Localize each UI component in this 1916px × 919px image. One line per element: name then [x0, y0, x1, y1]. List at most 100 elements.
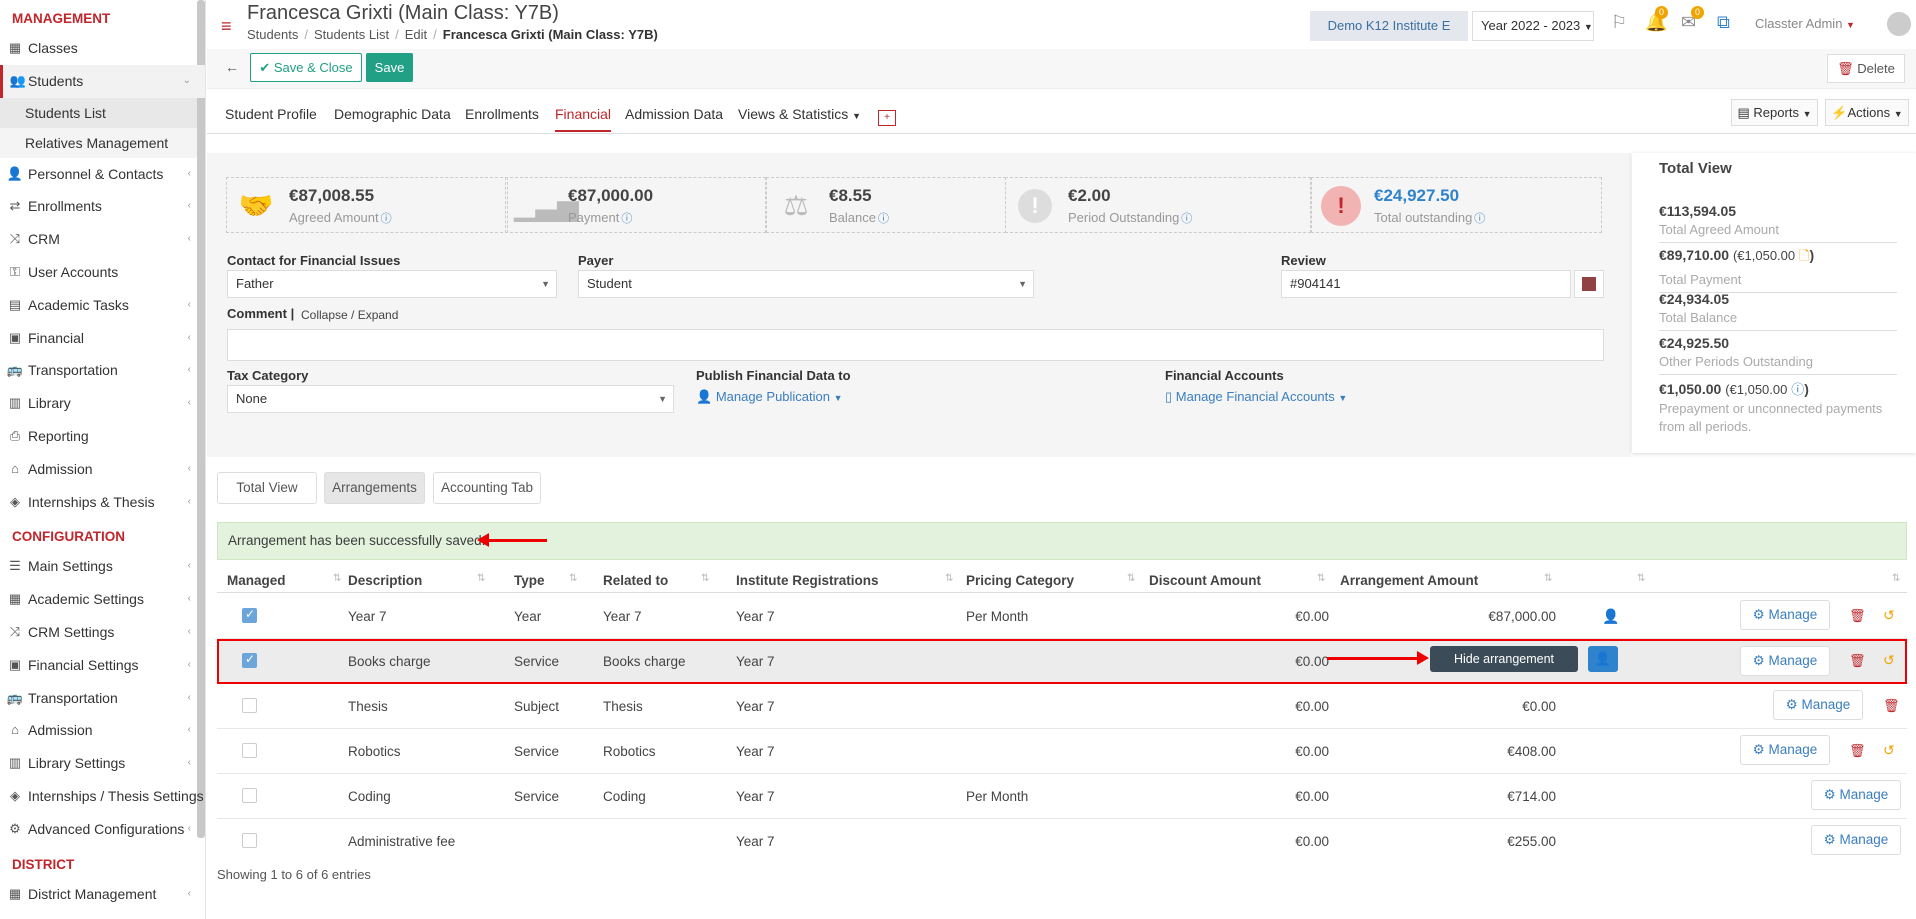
managed-checkbox[interactable]	[242, 743, 257, 758]
col-managed[interactable]: Managed	[227, 573, 286, 588]
history-icon[interactable]: ↺	[1883, 652, 1895, 669]
col-arrangement-amount[interactable]: Arrangement Amount	[1340, 573, 1478, 588]
sidebar-item-personnel[interactable]: 👤 Personnel & Contacts ‹	[0, 158, 205, 191]
sidebar-subitem-students-list[interactable]: Students List	[0, 97, 205, 128]
avatar[interactable]	[1887, 12, 1911, 36]
save-button[interactable]: Save	[366, 53, 413, 82]
user-menu[interactable]: Classter Admin ▼	[1755, 16, 1855, 31]
trash-icon[interactable]: 🗑	[1849, 608, 1866, 624]
col-related-to[interactable]: Related to	[603, 573, 668, 588]
col-type[interactable]: Type	[514, 573, 545, 588]
sidebar-item-classes[interactable]: ▦ Classes	[0, 32, 205, 65]
manage-button[interactable]: ⚙ Manage	[1773, 690, 1863, 720]
tab-enrollments[interactable]: Enrollments	[465, 106, 539, 122]
sort-icon[interactable]: ⇅	[701, 573, 709, 584]
manage-button[interactable]: ⚙ Manage	[1811, 825, 1901, 855]
back-arrow-icon[interactable]: ←	[225, 59, 239, 75]
sidebar-item-advanced-config[interactable]: ⚙ Advanced Configurations ‹	[0, 813, 205, 846]
col-description[interactable]: Description	[348, 573, 422, 588]
tab-student-profile[interactable]: Student Profile	[225, 106, 317, 122]
sidebar-item-admission[interactable]: ⌂ Admission ‹	[0, 453, 205, 486]
breadcrumb-students[interactable]: Students	[247, 27, 298, 42]
sort-icon[interactable]: ⇅	[1544, 573, 1552, 584]
sidebar-item-user-accounts[interactable]: ⚿ User Accounts	[0, 256, 205, 289]
breadcrumb-edit[interactable]: Edit	[405, 27, 427, 42]
breadcrumb-students-list[interactable]: Students List	[314, 27, 389, 42]
file-icon[interactable]: 🗋	[1799, 248, 1809, 263]
sidebar-item-library[interactable]: ▥ Library ‹	[0, 387, 205, 420]
col-discount-amount[interactable]: Discount Amount	[1149, 573, 1261, 588]
sidebar-subitem-relatives[interactable]: Relatives Management	[0, 127, 205, 158]
subtab-total-view[interactable]: Total View	[217, 472, 317, 504]
sort-icon[interactable]: ⇅	[1317, 573, 1325, 584]
review-color-input[interactable]: #904141	[1281, 270, 1571, 298]
history-icon[interactable]: ↺	[1883, 742, 1895, 759]
mail-icon[interactable]: ✉ 0	[1681, 6, 1705, 33]
sidebar-item-financial-settings[interactable]: ▣ Financial Settings ‹	[0, 649, 205, 682]
hide-arrangement-button[interactable]: 👤	[1588, 646, 1618, 672]
info-icon[interactable]: ⓘ	[621, 213, 632, 225]
actions-button[interactable]: ⚡Actions ▼	[1825, 99, 1909, 126]
managed-checkbox[interactable]	[242, 833, 257, 848]
info-icon[interactable]: ⓘ	[1474, 213, 1485, 225]
comment-textarea[interactable]	[227, 329, 1604, 361]
history-icon[interactable]: ↺	[1883, 607, 1895, 624]
delete-button[interactable]: 🗑 Delete	[1827, 54, 1905, 83]
sidebar-item-library-settings[interactable]: ▥ Library Settings ‹	[0, 747, 205, 780]
sidebar-item-reporting[interactable]: ⎙ Reporting	[0, 420, 205, 453]
col-pricing-category[interactable]: Pricing Category	[966, 573, 1074, 588]
sort-icon[interactable]: ⇅	[477, 573, 485, 584]
manage-publication-link[interactable]: 👤 Manage Publication ▼	[696, 389, 843, 405]
sidebar-item-admission-settings[interactable]: ⌂ Admission ‹	[0, 714, 205, 747]
col-institute-registrations[interactable]: Institute Registrations	[736, 573, 879, 588]
info-icon[interactable]: ⓘ	[381, 213, 392, 225]
sidebar-item-financial[interactable]: ▣ Financial ‹	[0, 322, 205, 355]
collapse-expand-link[interactable]: Collapse / Expand	[301, 308, 398, 322]
hamburger-menu-icon[interactable]: ≡	[221, 16, 232, 37]
bell-icon[interactable]: 🔔 0	[1645, 6, 1669, 33]
tab-demographic-data[interactable]: Demographic Data	[334, 106, 451, 122]
managed-checkbox[interactable]	[242, 698, 257, 713]
contact-select[interactable]: Father ▼	[227, 270, 557, 298]
subtab-accounting[interactable]: Accounting Tab	[433, 472, 541, 504]
sidebar-item-district-management[interactable]: ▦ District Management ‹	[0, 878, 205, 911]
sort-icon[interactable]: ⇅	[569, 573, 577, 584]
sidebar-item-crm[interactable]: ⤨ CRM ‹	[0, 223, 205, 256]
subtab-arrangements[interactable]: Arrangements	[324, 472, 425, 504]
sidebar-item-students[interactable]: 👥 Students ⌄	[0, 64, 205, 98]
trash-icon[interactable]: 🗑	[1849, 653, 1866, 669]
info-icon[interactable]: ⓘ	[1181, 213, 1192, 225]
trash-icon[interactable]: 🗑	[1849, 743, 1866, 759]
manage-button[interactable]: ⚙ Manage	[1740, 735, 1830, 765]
sort-icon[interactable]: ⇅	[333, 573, 341, 584]
sidebar-item-crm-settings[interactable]: ⤨ CRM Settings ‹	[0, 616, 205, 649]
sort-icon[interactable]: ⇅	[945, 573, 953, 584]
institute-selector[interactable]: Demo K12 Institute E	[1310, 11, 1468, 41]
color-swatch-button[interactable]	[1574, 270, 1604, 298]
tab-views-statistics[interactable]: Views & Statistics ▼	[738, 106, 861, 122]
tab-financial[interactable]: Financial	[555, 106, 612, 132]
save-close-button[interactable]: ✔ Save & Close	[250, 53, 362, 82]
sort-icon[interactable]: ⇅	[1637, 573, 1645, 584]
year-selector[interactable]: Year 2022 - 2023 ▼	[1472, 11, 1594, 41]
sidebar-item-transportation[interactable]: 🚌 Transportation ‹	[0, 354, 205, 387]
sidebar-item-transportation-settings[interactable]: 🚌 Transportation ‹	[0, 682, 205, 715]
user-check-icon[interactable]: 👤	[1602, 608, 1619, 625]
layers-icon[interactable]: ⧉	[1717, 12, 1730, 33]
medical-kit-icon[interactable]: +	[878, 110, 896, 126]
trash-icon[interactable]: 🗑	[1883, 698, 1900, 714]
sidebar-item-academic-tasks[interactable]: ▤ Academic Tasks ‹	[0, 289, 205, 322]
sidebar-item-enrollments[interactable]: ⇄ Enrollments ‹	[0, 190, 205, 223]
managed-checkbox[interactable]	[242, 607, 257, 623]
payer-select[interactable]: Student ▼	[578, 270, 1034, 298]
managed-checkbox[interactable]	[242, 788, 257, 803]
managed-checkbox[interactable]	[242, 652, 257, 668]
manage-button[interactable]: ⚙ Manage	[1740, 646, 1830, 676]
tab-admission-data[interactable]: Admission Data	[625, 106, 723, 122]
info-icon[interactable]: ⓘ	[878, 213, 889, 225]
sidebar-item-internships-settings[interactable]: ◈ Internships / Thesis Settings	[0, 780, 205, 813]
reports-button[interactable]: ▤ Reports ▼	[1731, 99, 1818, 126]
sort-icon[interactable]: ⇅	[1892, 573, 1900, 584]
flag-icon[interactable]: ⚐	[1611, 12, 1627, 33]
manage-financial-accounts-link[interactable]: ▯ Manage Financial Accounts ▼	[1165, 389, 1347, 405]
